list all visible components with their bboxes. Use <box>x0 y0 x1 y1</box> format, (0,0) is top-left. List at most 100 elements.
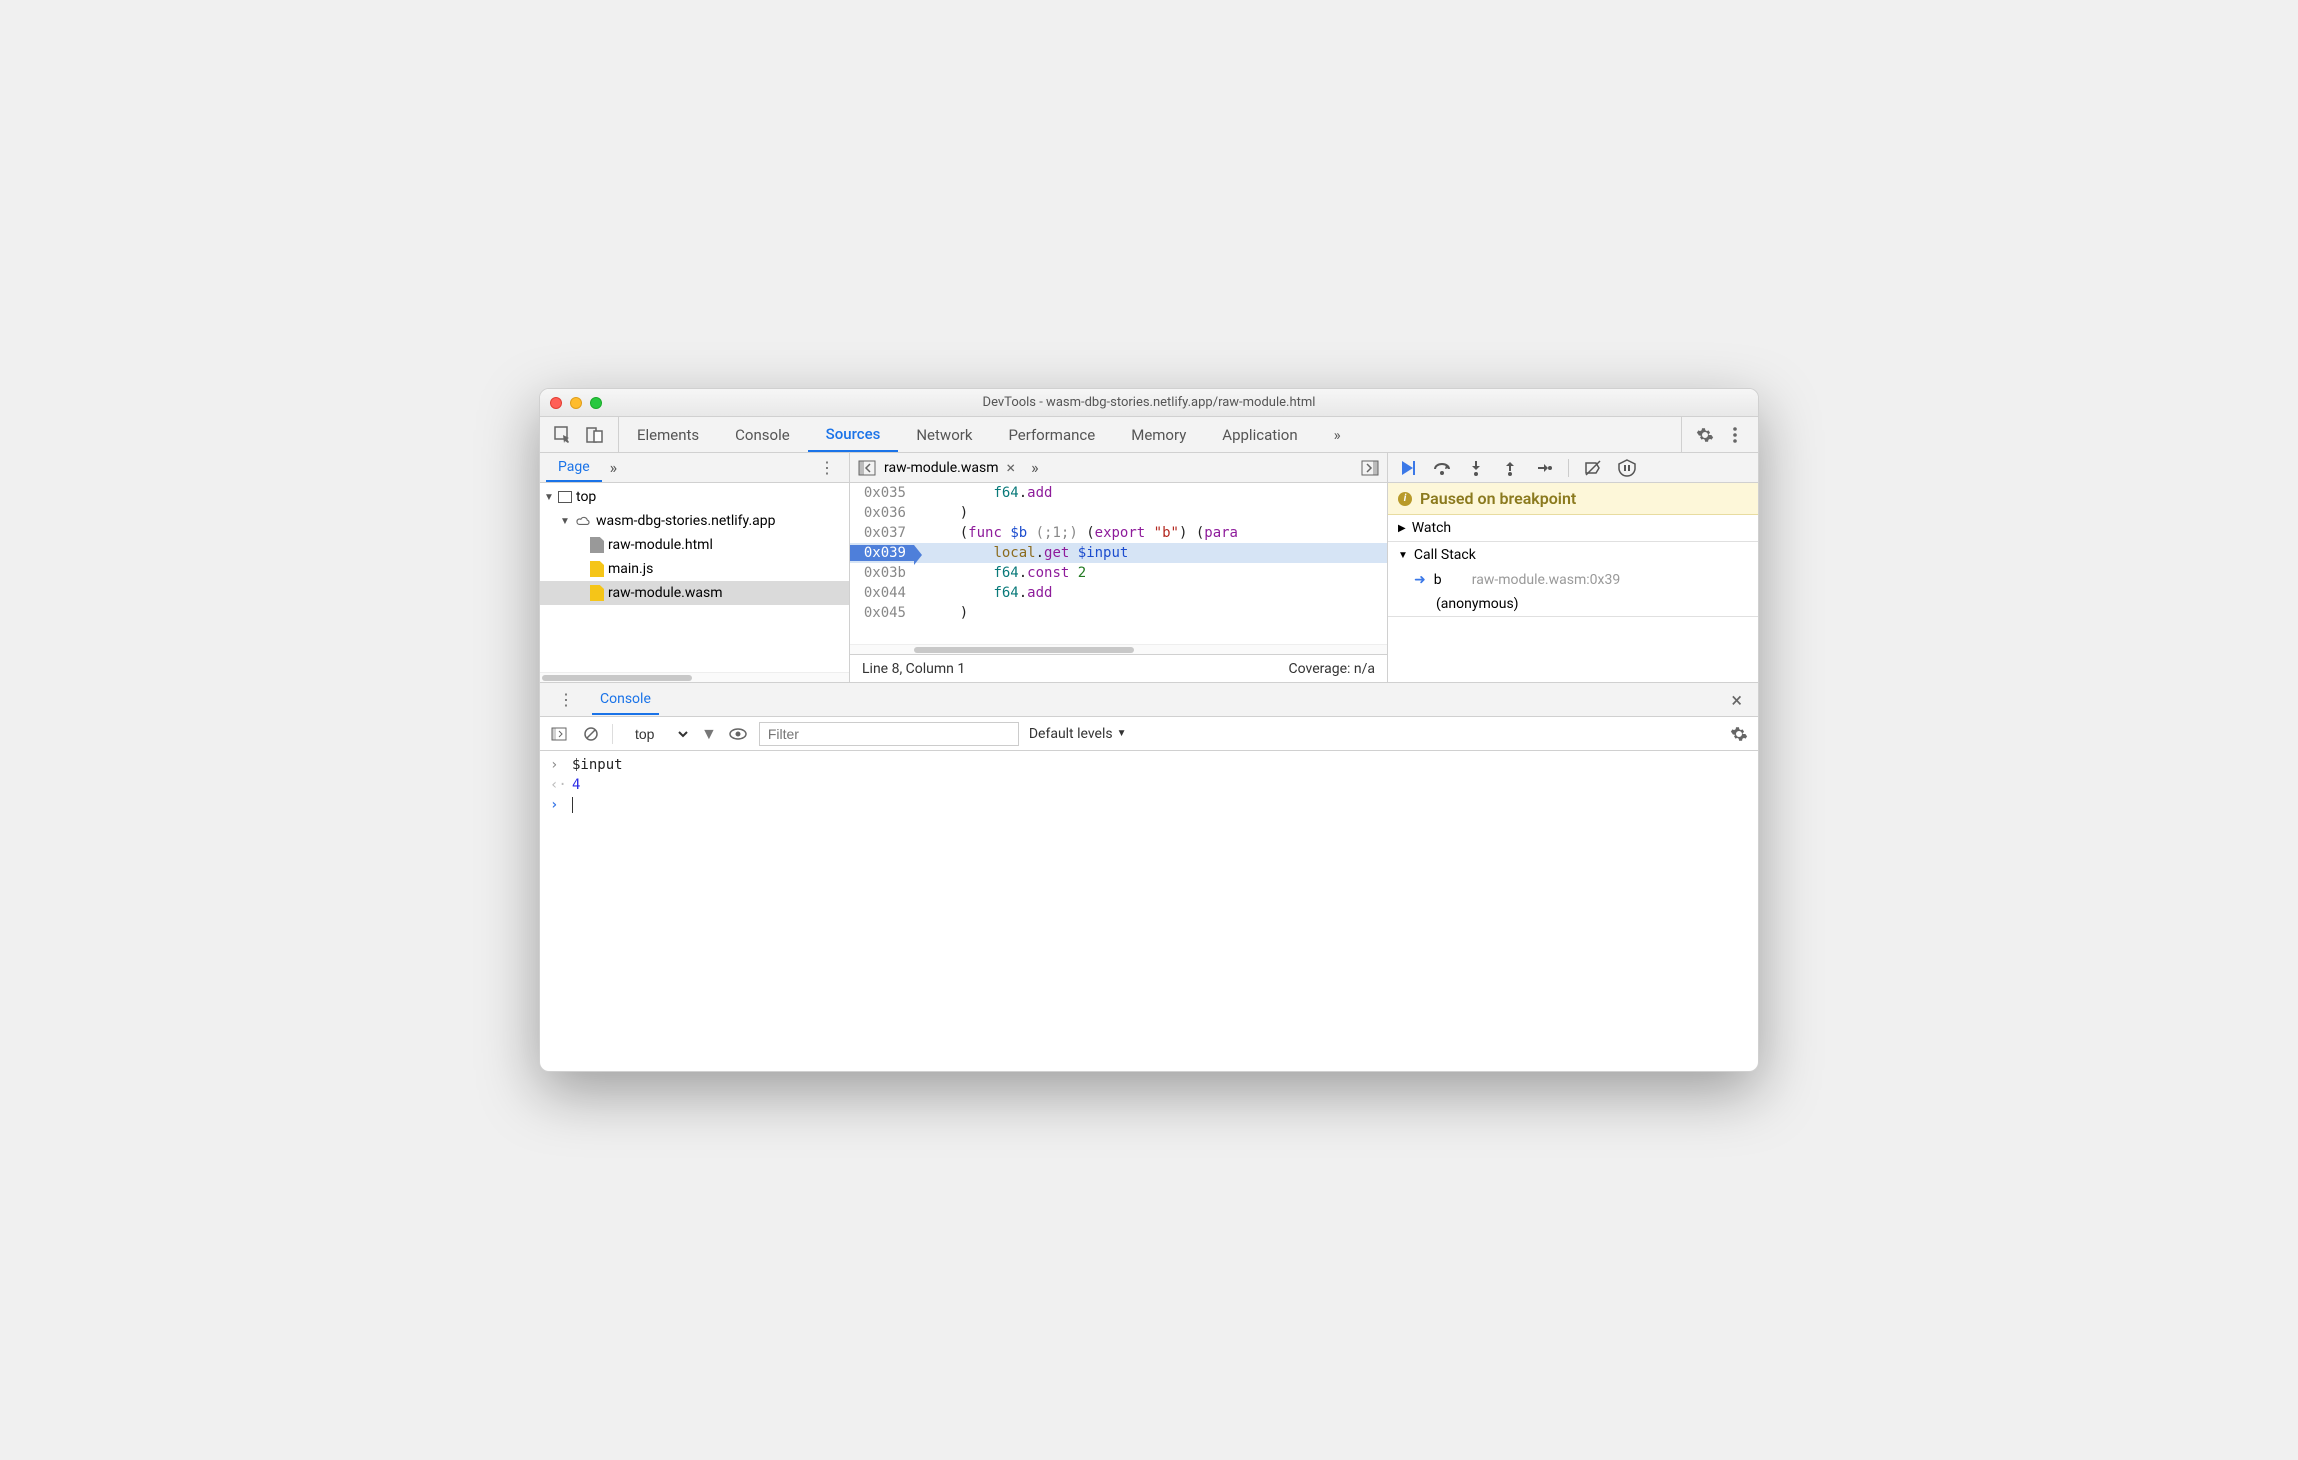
editor-overflow[interactable]: » <box>1023 458 1047 477</box>
sources-panel: Page » ⋮ ▼ top ▼ wasm-dbg-stories.netlif… <box>540 453 1758 683</box>
tree-label: raw-module.wasm <box>608 585 723 601</box>
callstack-frame[interactable]: (anonymous) <box>1388 592 1758 616</box>
code-line[interactable]: 0x035 f64.add <box>850 483 1387 503</box>
console-result: 4 <box>572 777 580 793</box>
clear-console-icon[interactable] <box>580 723 602 745</box>
code-line[interactable]: 0x044 f64.add <box>850 583 1387 603</box>
more-menu-icon[interactable] <box>1724 424 1746 446</box>
deactivate-breakpoints-icon[interactable] <box>1583 458 1603 478</box>
gutter-address[interactable]: 0x035 <box>850 485 914 501</box>
file-tree: ▼ top ▼ wasm-dbg-stories.netlify.app raw… <box>540 483 849 672</box>
toggle-sidebar-icon[interactable] <box>548 723 570 745</box>
output-chevron-icon: ‹· <box>550 777 564 793</box>
editor-tab-name[interactable]: raw-module.wasm <box>884 460 999 476</box>
close-tab-icon[interactable]: × <box>1005 458 1018 477</box>
toggle-navigator-icon[interactable] <box>856 457 878 479</box>
expand-icon: ▼ <box>560 516 570 527</box>
live-expression-icon[interactable] <box>727 723 749 745</box>
tree-file[interactable]: main.js <box>540 557 849 581</box>
console-settings-icon[interactable] <box>1728 723 1750 745</box>
drawer-tab-console[interactable]: Console <box>592 685 659 715</box>
navigator-menu-icon[interactable]: ⋮ <box>811 458 843 477</box>
filter-input[interactable] <box>759 722 1019 746</box>
current-frame-icon: ➜ <box>1414 572 1426 588</box>
tree-file[interactable]: raw-module.wasm <box>540 581 849 605</box>
code-text: f64.add <box>914 485 1052 501</box>
frame-name: (anonymous) <box>1436 596 1748 612</box>
step-into-icon[interactable] <box>1466 458 1486 478</box>
navigator-tab-page[interactable]: Page <box>546 453 602 482</box>
tab-network[interactable]: Network <box>898 417 990 452</box>
callstack-header[interactable]: ▼ Call Stack <box>1388 542 1758 568</box>
frame-location: raw-module.wasm:0x39 <box>1472 572 1748 588</box>
editor-scrollbar[interactable] <box>850 644 1387 654</box>
tab-elements[interactable]: Elements <box>619 417 717 452</box>
step-out-icon[interactable] <box>1500 458 1520 478</box>
tab-application[interactable]: Application <box>1204 417 1315 452</box>
code-line[interactable]: 0x045 ) <box>850 603 1387 623</box>
console-body[interactable]: › $input ‹· 4 › <box>540 751 1758 1071</box>
devtools-window: DevTools - wasm-dbg-stories.netlify.app/… <box>539 388 1759 1072</box>
code-line[interactable]: 0x037 (func $b (;1;) (export "b") (para <box>850 523 1387 543</box>
step-icon[interactable] <box>1534 458 1554 478</box>
tab-memory[interactable]: Memory <box>1113 417 1204 452</box>
code-editor[interactable]: 0x035 f64.add0x036 )0x037 (func $b (;1;)… <box>850 483 1387 644</box>
callstack-section: ▼ Call Stack ➜ b raw-module.wasm:0x39 (a… <box>1388 542 1758 617</box>
file-icon <box>590 537 604 553</box>
gutter-address[interactable]: 0x045 <box>850 605 914 621</box>
watch-section[interactable]: ▶ Watch <box>1388 515 1758 542</box>
close-drawer-icon[interactable]: × <box>1725 688 1748 712</box>
navigator-header: Page » ⋮ <box>540 453 849 483</box>
watch-label: Watch <box>1412 520 1451 536</box>
gutter-address[interactable]: 0x037 <box>850 525 914 541</box>
tree-label: raw-module.html <box>608 537 713 553</box>
tab-performance[interactable]: Performance <box>990 417 1113 452</box>
info-icon: i <box>1398 492 1412 506</box>
console-toolbar: top ▼ Default levels ▼ <box>540 717 1758 751</box>
tab-sources[interactable]: Sources <box>808 417 899 452</box>
settings-gear-icon[interactable] <box>1694 424 1716 446</box>
tab-console[interactable]: Console <box>717 417 808 452</box>
context-selector[interactable]: top <box>623 721 691 747</box>
tab-overflow[interactable]: » <box>1316 417 1359 452</box>
code-line[interactable]: 0x03b f64.const 2 <box>850 563 1387 583</box>
panel-tabs: Elements Console Sources Network Perform… <box>619 417 1681 452</box>
console-prompt[interactable]: › <box>540 795 1758 815</box>
gutter-address[interactable]: 0x036 <box>850 505 914 521</box>
console-drawer: ⋮ Console × top ▼ Default levels ▼ <box>540 683 1758 1071</box>
tree-domain[interactable]: ▼ wasm-dbg-stories.netlify.app <box>540 509 849 533</box>
console-output-line: ‹· 4 <box>540 775 1758 795</box>
editor-header: raw-module.wasm × » <box>850 453 1387 483</box>
main-toolbar: Elements Console Sources Network Perform… <box>540 417 1758 453</box>
code-text: ) <box>914 505 968 521</box>
log-levels-selector[interactable]: Default levels ▼ <box>1029 726 1127 742</box>
pause-exceptions-icon[interactable] <box>1617 458 1637 478</box>
code-text: f64.add <box>914 585 1052 601</box>
titlebar: DevTools - wasm-dbg-stories.netlify.app/… <box>540 389 1758 417</box>
frame-name: b <box>1434 572 1464 588</box>
navigator-pane: Page » ⋮ ▼ top ▼ wasm-dbg-stories.netlif… <box>540 453 850 682</box>
toggle-debugger-icon[interactable] <box>1359 457 1381 479</box>
tree-file[interactable]: raw-module.html <box>540 533 849 557</box>
navigator-overflow[interactable]: » <box>602 458 626 477</box>
code-line[interactable]: 0x036 ) <box>850 503 1387 523</box>
expand-icon: ▼ <box>544 492 554 503</box>
resume-icon[interactable] <box>1398 458 1418 478</box>
gutter-address[interactable]: 0x039 <box>850 545 914 561</box>
code-text: (func $b (;1;) (export "b") (para <box>914 525 1238 541</box>
inspect-element-icon[interactable] <box>552 424 574 446</box>
tree-label: main.js <box>608 561 653 577</box>
drawer-menu-icon[interactable]: ⋮ <box>550 690 582 709</box>
dropdown-arrow-icon: ▼ <box>701 724 717 744</box>
gutter-address[interactable]: 0x03b <box>850 565 914 581</box>
tree-root[interactable]: ▼ top <box>540 485 849 509</box>
tree-label: wasm-dbg-stories.netlify.app <box>596 513 775 529</box>
gutter-address[interactable]: 0x044 <box>850 585 914 601</box>
paused-text: Paused on breakpoint <box>1420 489 1576 508</box>
code-line[interactable]: 0x039 local.get $input <box>850 543 1387 563</box>
callstack-label: Call Stack <box>1414 547 1476 563</box>
callstack-frame[interactable]: ➜ b raw-module.wasm:0x39 <box>1388 568 1758 592</box>
step-over-icon[interactable] <box>1432 458 1452 478</box>
navigator-scrollbar[interactable] <box>540 672 849 682</box>
device-toolbar-icon[interactable] <box>584 424 606 446</box>
